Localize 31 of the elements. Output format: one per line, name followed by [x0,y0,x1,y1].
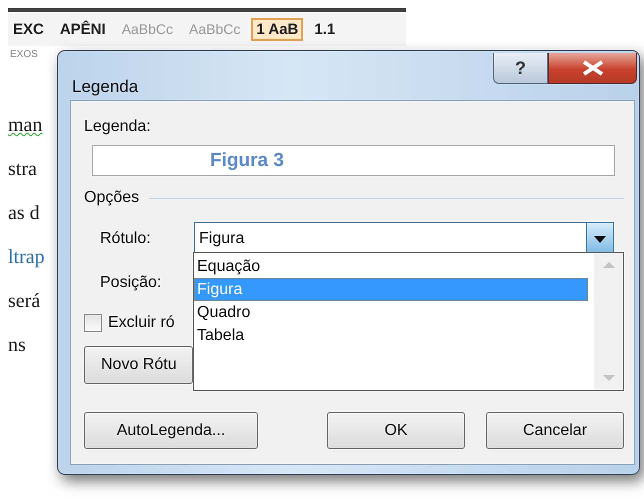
options-heading: Opções [84,188,140,208]
dropdown-option[interactable]: Equação [194,255,588,278]
label-caption: Rótulo: [100,229,152,249]
style-gallery-item[interactable]: 1.1 [309,18,340,42]
style-gallery-item[interactable]: EXC [8,18,49,42]
document-text: ltrap [8,246,45,268]
exclude-checkbox[interactable] [84,314,102,332]
document-text: stra [8,158,37,180]
window-title: Legenda [72,76,138,98]
dropdown-option[interactable]: Tabela [194,324,588,347]
position-label: Posição: [100,274,162,291]
scroll-up-icon[interactable] [602,261,614,268]
close-button[interactable] [548,53,637,84]
document-text: será [8,290,40,312]
document-text: as d [8,202,40,224]
document-text: man [8,114,42,136]
scrollbar[interactable] [594,253,623,390]
dialog-button[interactable]: OK [327,412,465,449]
document-text: ns [8,334,26,356]
close-icon [580,60,604,76]
new-label-button[interactable]: Novo Rótu [84,346,193,384]
style-gallery-item[interactable]: APÊNI [54,18,111,42]
exclude-label: Excluir ró [108,313,175,333]
scroll-down-icon[interactable] [602,375,614,382]
caption-label: Legenda: [84,118,151,135]
help-button[interactable]: ? [493,53,548,84]
autocaption-button[interactable]: AutoLegenda... [84,412,258,449]
style-caption: EXOS [10,48,39,62]
dropdown-option[interactable]: Quadro [194,301,588,324]
style-gallery-item[interactable]: 1 AaB [251,18,304,42]
dialog-button[interactable]: Cancelar [486,412,624,449]
